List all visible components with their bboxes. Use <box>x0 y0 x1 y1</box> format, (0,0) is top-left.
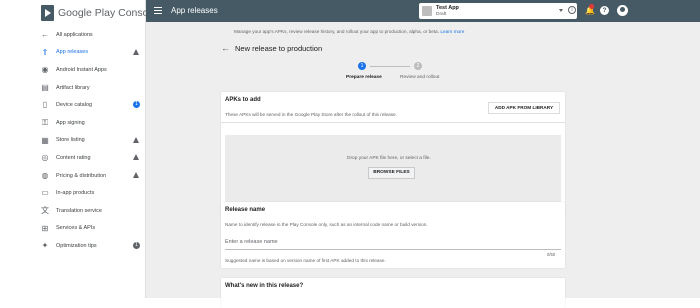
help-button[interactable]: ? <box>600 6 609 15</box>
account-avatar[interactable] <box>617 5 628 16</box>
learn-more-link[interactable]: Learn more <box>440 29 464 34</box>
device-icon: ▯ <box>42 100 48 110</box>
library-icon: ▤ <box>41 82 49 92</box>
whats-new-card: What's new in this release? <box>221 278 565 308</box>
page-description: Manage your app's APKs, review release h… <box>234 29 464 34</box>
sidebar-item-label: Artifact library <box>56 84 90 91</box>
whats-new-title: What's new in this release? <box>225 283 304 289</box>
warning-icon <box>133 154 139 161</box>
bulb-icon: ✦ <box>41 241 49 251</box>
sidebar-nav: ← All applications ⇑ App releases ◉ Android… <box>0 26 145 255</box>
sidebar-item-device-catalog[interactable]: ▯ Device catalog 1 <box>0 96 145 114</box>
apks-card: APKs to add These APKs will be served in… <box>221 92 565 216</box>
sidebar: Google Play Console ← All applications ⇑ A… <box>0 0 157 298</box>
sidebar-item-label: Store listing <box>56 137 85 144</box>
key-icon: ⚿ <box>41 117 49 127</box>
globe-icon: ◍ <box>41 170 49 180</box>
card-icon: ▭ <box>41 188 49 198</box>
step-1-label: Prepare release <box>346 75 382 80</box>
step-1-indicator: 1 <box>358 62 366 70</box>
sidebar-item-label: App releases <box>56 49 89 56</box>
sidebar-item-label: All applications <box>56 31 93 38</box>
arrow-left-icon: ← <box>41 30 49 39</box>
sidebar-item-label: Device catalog <box>56 102 93 109</box>
warning-icon <box>133 136 139 143</box>
translate-icon: 文 <box>41 205 49 215</box>
sidebar-item-services-apis[interactable]: ⊞ Services & APIs <box>0 220 145 238</box>
sidebar-item-content-rating[interactable]: ◎ Content rating <box>0 149 145 167</box>
sidebar-item-in-app-products[interactable]: ▭ In-app products <box>0 184 145 202</box>
back-arrow-icon[interactable]: ← <box>221 43 230 53</box>
chevron-down-icon <box>559 9 563 12</box>
step-2-indicator: 2 <box>414 62 422 70</box>
sidebar-item-label: Translation service <box>56 207 102 214</box>
release-name-title: Release name <box>225 207 266 213</box>
sidebar-item-label: Android Instant Apps <box>56 66 107 73</box>
add-apk-from-library-button[interactable]: ADD APK FROM LIBRARY <box>488 102 560 114</box>
sidebar-item-app-releases[interactable]: ⇑ App releases <box>0 44 145 62</box>
store-icon: ▦ <box>41 135 49 145</box>
top-bar-title: App releases <box>171 6 218 15</box>
count-badge: 1 <box>133 101 140 109</box>
main-content: Manage your app's APKs, review release h… <box>146 22 700 308</box>
sidebar-item-label: App signing <box>56 119 85 126</box>
sidebar-item-pricing-distribution[interactable]: ◍ Pricing & distribution <box>0 167 145 185</box>
app-selector[interactable]: Test App Draft i <box>419 3 577 19</box>
rating-icon: ◎ <box>41 153 49 163</box>
sidebar-item-android-instant-apps[interactable]: ◉ Android Instant Apps <box>0 61 145 79</box>
warning-icon <box>133 48 139 55</box>
menu-icon[interactable] <box>154 7 162 14</box>
sidebar-item-label: Optimization tips <box>56 242 97 249</box>
step-2-label: Review and rollout <box>400 75 440 80</box>
brand-name: Google Play Console <box>58 7 157 19</box>
app-name: Test App <box>436 5 459 11</box>
warning-icon <box>133 171 139 178</box>
play-console-logo-icon <box>41 5 54 21</box>
notification-dot <box>589 4 594 9</box>
release-name-hint: Suggested name is based on version name … <box>225 258 386 263</box>
sidebar-item-label: Content rating <box>56 154 91 161</box>
browse-files-button[interactable]: BROWSE FILES <box>368 167 415 179</box>
apk-drop-zone[interactable]: Drop your APK file here, or select a fil… <box>225 135 561 211</box>
notifications-button[interactable]: 🔔 <box>585 4 595 15</box>
sidebar-item-label: Services & APIs <box>56 225 96 232</box>
release-name-card: Release name Name to identify release in… <box>221 202 565 268</box>
apks-description: These APKs will be served in the Google … <box>225 112 397 117</box>
divider <box>221 122 565 123</box>
sidebar-item-optimization-tips[interactable]: ✦ Optimization tips 1 <box>0 237 145 255</box>
rocket-icon: ⇑ <box>41 47 49 57</box>
app-status: Draft <box>436 12 447 17</box>
release-name-input[interactable]: Enter a release name <box>225 236 561 250</box>
sidebar-item-app-signing[interactable]: ⚿ App signing <box>0 114 145 132</box>
brand[interactable]: Google Play Console <box>0 0 157 26</box>
release-name-description: Name to identify release in the Play Con… <box>225 222 428 227</box>
drop-zone-text: Drop your APK file here, or select a fil… <box>347 156 431 161</box>
sidebar-item-artifact-library[interactable]: ▤ Artifact library <box>0 79 145 97</box>
info-icon[interactable]: i <box>568 6 576 14</box>
sidebar-item-store-listing[interactable]: ▦ Store listing <box>0 132 145 150</box>
count-badge: 1 <box>133 242 140 250</box>
top-bar: App releases Test App Draft i 🔔 ? <box>146 0 700 22</box>
app-icon <box>422 6 432 16</box>
sidebar-item-label: Pricing & distribution <box>56 172 107 179</box>
apks-title: APKs to add <box>225 97 261 103</box>
sidebar-item-all-applications[interactable]: ← All applications <box>0 26 145 44</box>
instant-icon: ◉ <box>41 65 49 75</box>
stepper-line <box>370 66 410 67</box>
description-text: Manage your app's APKs, review release h… <box>234 29 440 34</box>
sidebar-item-label: In-app products <box>56 190 95 197</box>
page-title: New release to production <box>235 44 323 53</box>
services-icon: ⊞ <box>41 223 49 233</box>
release-name-placeholder: Enter a release name <box>225 239 278 245</box>
sidebar-item-translation-service[interactable]: 文 Translation service <box>0 202 145 220</box>
character-counter: 0/50 <box>547 252 556 257</box>
